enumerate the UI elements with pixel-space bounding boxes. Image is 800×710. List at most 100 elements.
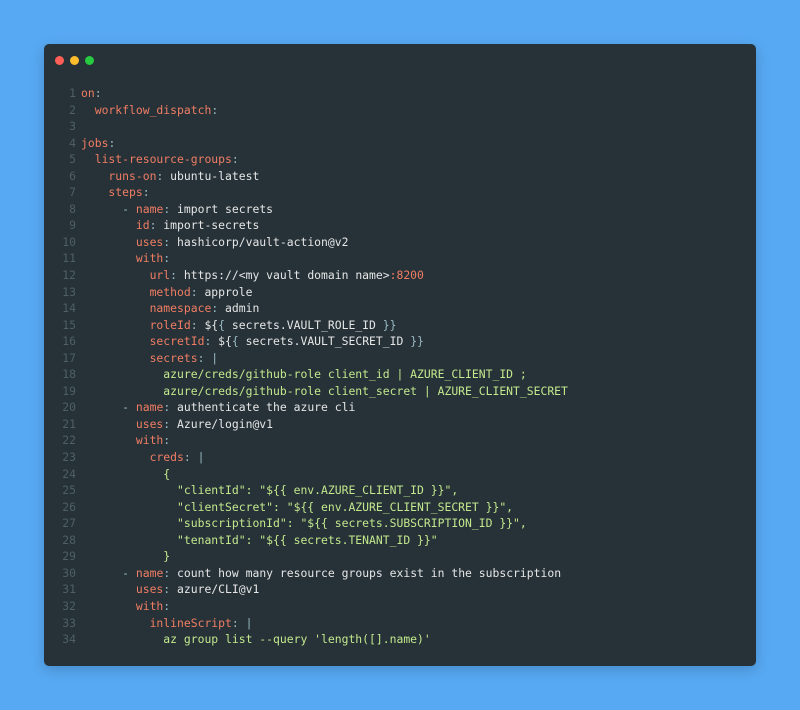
line-content: with:	[81, 432, 170, 449]
code-token: "clientId": "${{ env.AZURE_CLIENT_ID }}"…	[81, 483, 459, 498]
line-content: uses: Azure/login@v1	[81, 416, 273, 433]
code-line: 6 runs-on: ubuntu-latest	[60, 168, 568, 185]
line-number: 18	[62, 367, 76, 382]
line-number: 33	[62, 615, 76, 630]
code-token: method	[81, 284, 191, 299]
code-token: :	[163, 251, 171, 266]
code-token: hashicorp/vault-action@v2	[177, 234, 349, 249]
code-line: 21 uses: Azure/login@v1	[60, 416, 568, 433]
line-content: secrets: |	[81, 350, 219, 367]
code-line: 1 on:	[60, 85, 568, 102]
code-token: runs-on	[81, 168, 157, 183]
code-token: with	[81, 598, 164, 613]
line-content: roleId: ${{ secrets.VAULT_ROLE_ID }}	[81, 317, 397, 334]
line-number: 17	[62, 350, 76, 365]
code-line: 7 steps:	[60, 184, 568, 201]
line-content: with:	[81, 598, 170, 615]
code-token: Azure/login@v1	[177, 416, 274, 431]
line-number: 14	[62, 301, 76, 316]
minimize-dot[interactable]	[70, 56, 79, 65]
code-token: :	[204, 334, 219, 349]
code-token: :	[163, 565, 178, 580]
code-token: {	[218, 317, 226, 332]
code-token: : |	[231, 615, 253, 630]
line-content: url: https://<my vault domain name>:8200	[81, 267, 424, 284]
line-number: 32	[62, 598, 76, 613]
line-number: 4	[69, 135, 76, 150]
code-token: :	[211, 102, 219, 117]
code-line: 3	[60, 118, 568, 135]
line-content: az group list --query 'length([].name)'	[81, 631, 430, 648]
code-token: azure/CLI@v1	[177, 582, 260, 597]
line-content: creds: |	[81, 449, 205, 466]
line-number: 23	[62, 450, 76, 465]
code-token: "tenantId": "${{ secrets.TENANT_ID }}"	[81, 532, 438, 547]
code-token: :	[231, 152, 239, 167]
line-content: namespace: admin	[81, 300, 260, 317]
maximize-dot[interactable]	[85, 56, 94, 65]
code-token: secrets.VAULT_ROLE_ID	[225, 317, 383, 332]
code-line: 16 secretId: ${{ secrets.VAULT_SECRET_ID…	[60, 333, 568, 350]
code-token: creds	[81, 450, 184, 465]
line-content: azure/creds/github-role client_id | AZUR…	[81, 366, 526, 383]
line-number: 21	[62, 416, 76, 431]
close-dot[interactable]	[55, 56, 64, 65]
code-token: :	[149, 218, 164, 233]
line-number: 22	[62, 433, 76, 448]
line-content: secretId: ${{ secrets.VAULT_SECRET_ID }}	[81, 333, 424, 350]
code-token: :	[163, 400, 178, 415]
code-token: uses	[81, 416, 164, 431]
code-token: name	[135, 201, 164, 216]
line-number: 31	[62, 582, 76, 597]
line-number: 12	[62, 268, 76, 283]
code-token: namespace	[81, 301, 212, 316]
line-content: "clientSecret": "${{ env.AZURE_CLIENT_SE…	[81, 499, 513, 516]
code-token: with	[81, 433, 164, 448]
code-line: 24 {	[60, 466, 568, 483]
code-token: -	[81, 565, 136, 580]
line-content: list-resource-groups:	[81, 151, 239, 168]
code-token: with	[81, 251, 164, 266]
code-line: 29 }	[60, 548, 568, 565]
code-token: -	[81, 400, 136, 415]
code-token: url	[81, 268, 171, 283]
code-token: steps	[81, 185, 143, 200]
code-token: :	[211, 301, 226, 316]
code-line: 18 azure/creds/github-role client_id | A…	[60, 366, 568, 383]
code-line: 9 id: import-secrets	[60, 217, 568, 234]
code-block[interactable]: 1 on: 2 workflow_dispatch: 3 4 jobs: 5 list-re…	[60, 85, 568, 648]
code-token: :	[190, 317, 205, 332]
code-line: 17 secrets: |	[60, 350, 568, 367]
code-token: :	[108, 135, 116, 150]
line-content: inlineScript: |	[81, 615, 253, 632]
code-token: :	[163, 416, 178, 431]
code-token: :	[163, 598, 171, 613]
line-number: 7	[69, 185, 76, 200]
line-number: 29	[62, 549, 76, 564]
window-controls	[55, 56, 94, 65]
line-content: azure/creds/github-role client_secret | …	[81, 383, 568, 400]
code-token: :	[170, 268, 184, 283]
line-content: runs-on: ubuntu-latest	[81, 168, 259, 185]
line-number: 26	[62, 499, 76, 514]
code-token: secretId	[81, 334, 205, 349]
code-token: :	[163, 582, 178, 597]
code-line: 28 "tenantId": "${{ secrets.TENANT_ID }}…	[60, 532, 568, 549]
code-line: 31 uses: azure/CLI@v1	[60, 581, 568, 598]
line-number: 11	[62, 251, 76, 266]
code-token: :	[163, 201, 178, 216]
code-token: }	[81, 549, 171, 564]
code-line: 11 with:	[60, 250, 568, 267]
line-number: 2	[69, 102, 76, 117]
code-token: secrets	[81, 350, 198, 365]
line-number: 16	[62, 334, 76, 349]
line-number: 1	[69, 86, 76, 100]
code-line: 8 - name: import secrets	[60, 201, 568, 218]
code-token: secrets.VAULT_SECRET_ID	[238, 334, 411, 349]
code-token: authenticate the azure cli	[177, 400, 356, 415]
code-token: {	[81, 466, 171, 481]
code-line: 34 az group list --query 'length([].name…	[60, 631, 568, 648]
code-token: admin	[225, 301, 260, 316]
code-window: 1 on: 2 workflow_dispatch: 3 4 jobs: 5 list-re…	[44, 44, 756, 666]
line-number: 5	[69, 152, 76, 167]
